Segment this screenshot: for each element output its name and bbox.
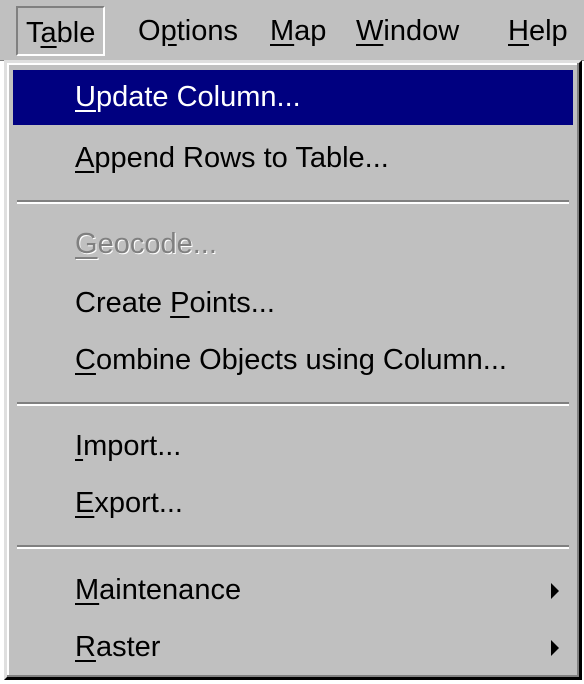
- menu-item-update-column-accel: U: [75, 81, 96, 113]
- menubar-item-table-post: ble: [56, 17, 96, 49]
- menubar-item-window-accel: W: [356, 15, 384, 47]
- menu-item-maintenance-label: aintenance: [99, 574, 242, 606]
- menu-item-export-accel: E: [75, 487, 95, 519]
- table-dropdown-menu: Update Column... Append Rows to Table...…: [4, 60, 582, 680]
- menubar-item-options-pre: O: [138, 15, 161, 47]
- menu-item-append-rows[interactable]: Append Rows to Table...: [13, 131, 573, 186]
- menu-item-combine-objects-accel: C: [75, 344, 96, 376]
- menu-item-create-points-label: oints...: [189, 287, 275, 319]
- menu-separator-3: [17, 545, 569, 549]
- menu-item-maintenance-accel: M: [75, 574, 100, 606]
- menubar-item-help-post: elp: [528, 15, 568, 47]
- menu-item-export[interactable]: Export...: [13, 476, 573, 531]
- menu-separator-2: [17, 402, 569, 406]
- menubar-item-table-accel: a: [40, 17, 57, 49]
- menu-item-import-accel: I: [75, 430, 84, 462]
- menubar-item-map-accel: M: [270, 15, 295, 47]
- submenu-arrow-icon: [551, 583, 559, 599]
- menu-item-append-rows-label: ppend Rows to Table...: [94, 142, 389, 174]
- menubar-item-window-post: indow: [383, 15, 460, 47]
- menu-bar: Table Options Map Window Help: [0, 0, 584, 61]
- menu-item-update-column-label: pdate Column...: [95, 81, 301, 113]
- menubar-item-table-pre: T: [26, 17, 41, 49]
- menu-item-create-points[interactable]: Create Points...: [13, 276, 573, 331]
- menu-item-raster-accel: R: [75, 631, 96, 663]
- menu-item-maintenance[interactable]: Maintenance: [13, 563, 573, 618]
- menubar-item-help-accel: H: [508, 15, 529, 47]
- menu-item-update-column[interactable]: Update Column...: [13, 70, 573, 125]
- menubar-item-table[interactable]: Table: [16, 6, 106, 56]
- menu-item-import-label: mport...: [83, 430, 182, 462]
- menu-item-geocode: Geocode...: [13, 217, 573, 272]
- menu-item-raster-label: aster: [95, 631, 161, 663]
- menubar-item-help[interactable]: Help: [500, 6, 576, 56]
- menu-item-create-points-pre: Create: [75, 287, 171, 319]
- menubar-item-options[interactable]: Options: [130, 6, 246, 56]
- menu-item-import[interactable]: Import...: [13, 419, 573, 474]
- menu-item-combine-objects-label: ombine Objects using Column...: [95, 344, 507, 376]
- menubar-item-window[interactable]: Window: [348, 6, 467, 56]
- menu-item-geocode-label: eocode...: [97, 228, 217, 260]
- menu-item-geocode-accel: G: [75, 228, 98, 260]
- menubar-item-options-accel: p: [160, 15, 177, 47]
- menu-item-create-points-accel: P: [170, 287, 190, 319]
- menu-item-export-label: xport...: [94, 487, 183, 519]
- submenu-arrow-icon: [551, 640, 559, 656]
- menu-separator-1: [17, 200, 569, 204]
- menu-item-raster[interactable]: Raster: [13, 620, 573, 675]
- menu-item-combine-objects[interactable]: Combine Objects using Column...: [13, 333, 573, 388]
- menu-item-append-rows-accel: A: [75, 142, 95, 174]
- menubar-item-options-post: tions: [176, 15, 238, 47]
- menubar-item-map[interactable]: Map: [262, 6, 334, 56]
- menubar-item-map-post: ap: [294, 15, 327, 47]
